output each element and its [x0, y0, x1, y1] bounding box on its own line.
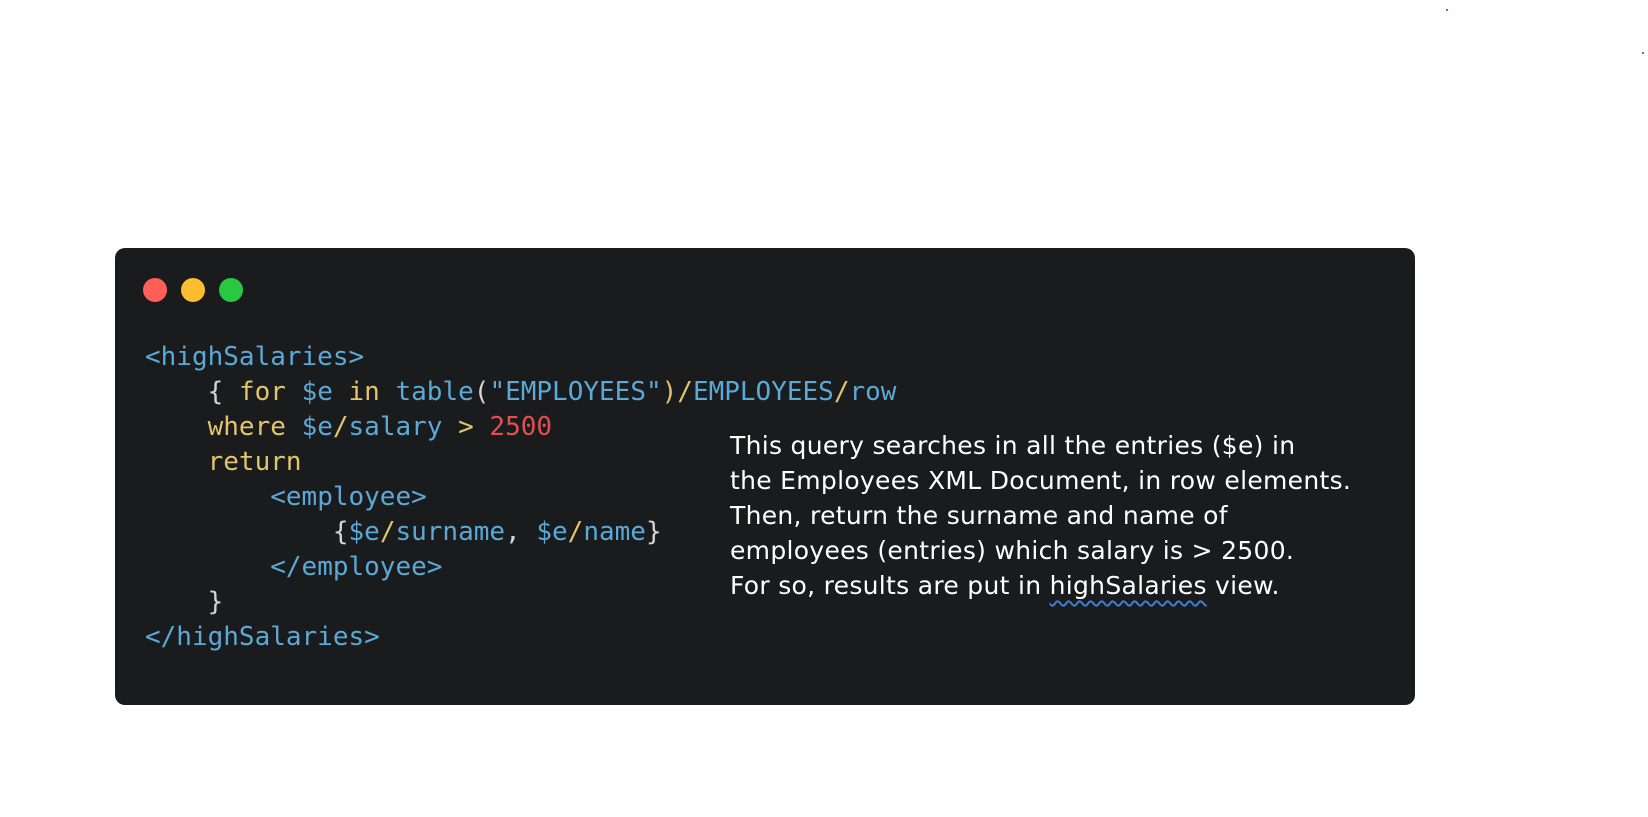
- path-employees: EMPLOYEES: [692, 377, 834, 407]
- for-keyword: for: [238, 377, 286, 407]
- brace-open: {: [207, 377, 239, 407]
- var-e: $e: [301, 377, 333, 407]
- var-e: $e: [301, 412, 333, 442]
- window-controls: [143, 278, 243, 302]
- paren-open: (: [473, 377, 490, 407]
- string-literal: "EMPLOYEES": [489, 377, 662, 407]
- gt-operator: >: [458, 412, 474, 442]
- code-line-9: </highSalaries>: [145, 620, 896, 655]
- brace-close: }: [207, 587, 224, 617]
- stray-mark: [1446, 9, 1448, 11]
- annotation-line-5: For so, results are put in highSalaries …: [730, 568, 1390, 603]
- field-salary: salary: [348, 412, 443, 442]
- annotation-line-3: Then, return the surname and name of: [730, 501, 1228, 530]
- close-tag-highsalaries: </highSalaries>: [145, 622, 380, 652]
- path-slash: /: [833, 377, 850, 407]
- canvas: { "window": { "controls": [ {"name": "cl…: [0, 0, 1648, 817]
- path-row: row: [849, 377, 897, 407]
- comma: ,: [505, 517, 537, 547]
- code-line-1: <highSalaries>: [145, 340, 896, 375]
- return-keyword: return: [207, 447, 302, 477]
- code-window: <highSalaries> { for $e in table("EMPLOY…: [115, 248, 1415, 705]
- maximize-dot-icon[interactable]: [219, 278, 243, 302]
- table-function: table: [395, 377, 474, 407]
- highsalaries-emphasis: highSalaries: [1049, 571, 1207, 600]
- code-line-2: { for $e in table("EMPLOYEES")/EMPLOYEES…: [145, 375, 897, 410]
- path-slash: /: [567, 517, 584, 547]
- path-slash: /: [332, 412, 349, 442]
- close-dot-icon[interactable]: [143, 278, 167, 302]
- in-keyword: in: [348, 377, 380, 407]
- open-tag-employee: <employee>: [270, 482, 427, 512]
- annotation-line-1: This query searches in all the entries (…: [730, 431, 1296, 460]
- annotation-line-5-pre: For so, results are put in: [730, 571, 1050, 600]
- brace-close: }: [645, 517, 662, 547]
- stray-mark: [1642, 52, 1644, 54]
- path-slash: /: [677, 377, 693, 407]
- brace-open: {: [332, 517, 349, 547]
- paren-close: ): [661, 377, 678, 407]
- open-tag-highsalaries: <highSalaries>: [145, 342, 365, 372]
- field-name: name: [583, 517, 646, 547]
- field-surname: surname: [395, 517, 506, 547]
- number-literal: 2500: [489, 412, 553, 442]
- where-keyword: where: [207, 412, 286, 442]
- annotation-note: This query searches in all the entries (…: [730, 428, 1390, 603]
- annotation-line-2: the Employees XML Document, in row eleme…: [730, 466, 1352, 495]
- var-e: $e: [348, 517, 380, 547]
- path-slash: /: [379, 517, 396, 547]
- close-tag-employee: </employee>: [270, 552, 443, 582]
- annotation-line-4: employees (entries) which salary is > 25…: [730, 536, 1295, 565]
- annotation-line-5-post: view.: [1206, 571, 1280, 600]
- var-e: $e: [536, 517, 568, 547]
- minimize-dot-icon[interactable]: [181, 278, 205, 302]
